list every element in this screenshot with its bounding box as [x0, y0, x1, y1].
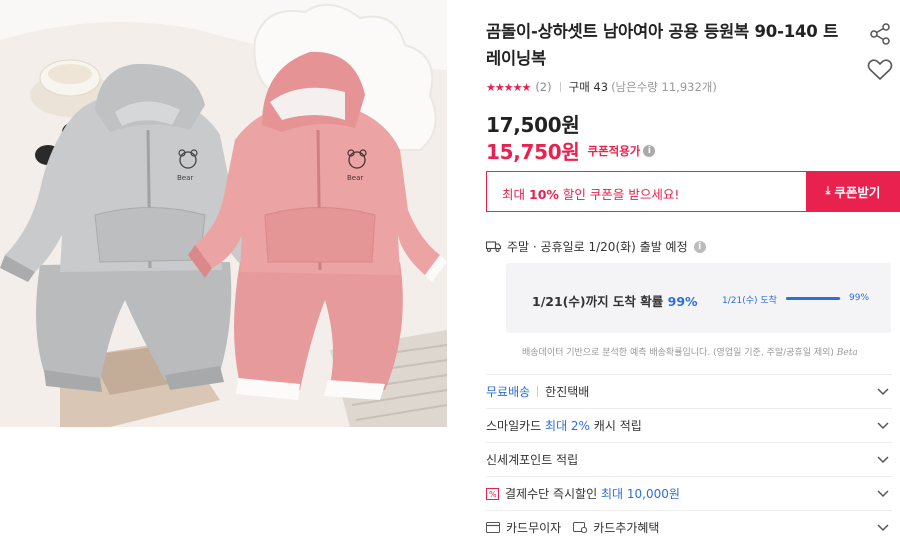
heart-icon	[867, 59, 893, 81]
card-plus-icon	[573, 522, 588, 533]
shinsegae-point-label: 신세계포인트 적립	[486, 453, 579, 467]
discount-icon: %	[486, 487, 499, 500]
prediction-note-text: 배송데이터 기반으로 분석한 예측 배송확률입니다. (영업일 기준, 주말/공…	[522, 348, 834, 358]
smile-card-suffix: 캐시 적립	[593, 419, 642, 433]
sale-price: 15,750원	[486, 140, 580, 164]
get-coupon-button[interactable]: ⤓ 쿠폰받기	[806, 171, 900, 212]
card-extra-label: 카드추가혜택	[593, 521, 660, 535]
rating-row: ★★★★★ (2) 구매 43 (남은수량 11,932개)	[486, 79, 717, 95]
rating-stars: ★★★★★	[486, 80, 531, 94]
product-image: Bear Bear	[0, 0, 447, 427]
delivery-prediction-box: 1/21(수)까지 도착 확률 99% 1/21(수) 도착 99%	[506, 263, 891, 333]
smile-card-label: 스마일카드	[486, 419, 542, 433]
payment-discount-label: 결제수단 즉시할인	[505, 487, 598, 501]
buy-count: 구매 43	[568, 80, 609, 94]
coupon-prefix: 최대	[502, 187, 526, 202]
card-benefit-row[interactable]: 카드무이자 카드추가혜택	[486, 510, 892, 544]
wishlist-button[interactable]	[867, 58, 893, 82]
shipping-info-icon[interactable]: i	[693, 240, 706, 253]
smile-card-row[interactable]: 스마일카드 최대 2% 캐시 적립	[486, 408, 892, 442]
chevron-down-icon	[877, 490, 889, 498]
grey-bear-text: Bear	[177, 174, 193, 182]
coupon-banner: 최대 10% 할인 쿠폰을 받으세요!	[486, 171, 806, 212]
get-coupon-label: 쿠폰받기	[834, 186, 881, 200]
courier-label: 한진택배	[545, 385, 590, 399]
divider	[537, 386, 539, 397]
mini-arrival-date: 1/21(수) 도착	[722, 296, 777, 306]
truck-icon	[486, 241, 501, 252]
sale-price-row: 15,750원 쿠폰적용가 i	[486, 136, 656, 165]
beta-label: Beta	[836, 348, 858, 358]
svg-text:%: %	[489, 490, 497, 499]
share-button[interactable]	[868, 22, 892, 46]
smile-card-highlight: 최대 2%	[545, 419, 590, 433]
chevron-down-icon	[877, 422, 889, 430]
card-interest-label: 카드무이자	[506, 521, 562, 535]
info-icon[interactable]: i	[643, 144, 656, 157]
chevron-down-icon	[877, 388, 889, 396]
arrival-probability-bar	[786, 297, 841, 300]
original-price: 17,500원	[486, 113, 580, 137]
arrival-percent: 99%	[667, 294, 698, 309]
coupon-percent: 10%	[529, 187, 559, 202]
card-icon	[486, 522, 500, 533]
download-icon: ⤓	[825, 185, 831, 197]
shipping-schedule-row: 주말 · 공휴일로 1/20(화) 출발 예정 i	[486, 238, 706, 255]
pink-bear-text: Bear	[347, 174, 363, 182]
share-icon	[870, 23, 890, 45]
remaining-quantity: (남은수량 11,932개)	[611, 80, 717, 94]
payment-discount-highlight: 최대 10,000원	[600, 487, 680, 501]
arrival-text: 1/21(수)까지 도착 확률	[532, 294, 664, 309]
review-count[interactable]: (2)	[535, 80, 551, 94]
shipping-schedule-text: 주말 · 공휴일로 1/20(화) 출발 예정	[507, 240, 688, 254]
payment-discount-row[interactable]: % 결제수단 즉시할인 최대 10,000원	[486, 476, 892, 510]
coupon-suffix: 할인 쿠폰을 받으세요!	[562, 187, 680, 202]
shinsegae-point-row[interactable]: 신세계포인트 적립	[486, 442, 892, 476]
product-info-panel: 곰돌이-상하셋트 남아여아 공용 등원복 90-140 트레이닝복 ★★★★★ …	[486, 0, 900, 546]
divider	[559, 82, 561, 92]
free-shipping-label: 무료배송	[486, 385, 531, 399]
arrival-probability-fill	[786, 297, 841, 300]
prediction-note: 배송데이터 기반으로 분석한 예측 배송확률입니다. (영업일 기준, 주말/공…	[522, 345, 858, 358]
shipping-method-row[interactable]: 무료배송 한진택배	[486, 374, 892, 408]
chevron-down-icon	[877, 456, 889, 464]
mini-arrival-percent: 99%	[849, 293, 870, 303]
product-title: 곰돌이-상하셋트 남아여아 공용 등원복 90-140 트레이닝복	[486, 22, 839, 68]
arrival-prediction: 1/21(수)까지 도착 확률 99%	[532, 291, 698, 310]
chevron-down-icon	[877, 524, 889, 532]
coupon-applied-label: 쿠폰적용가	[587, 143, 641, 158]
